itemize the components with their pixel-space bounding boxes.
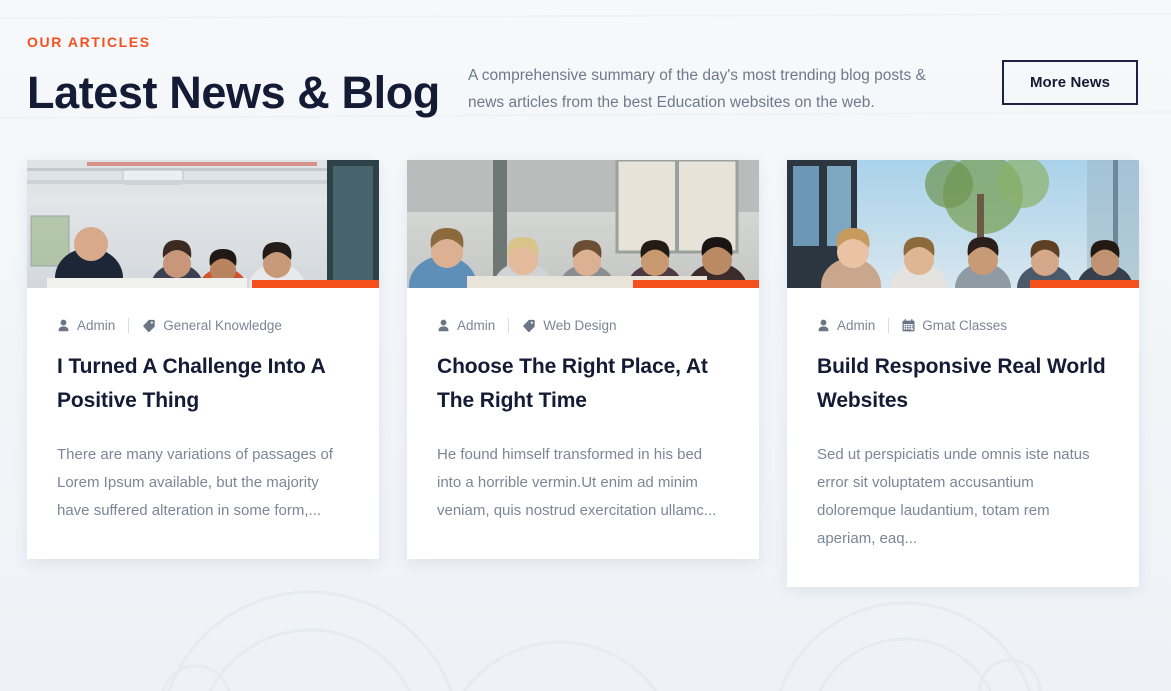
card-title[interactable]: Build Responsive Real World Websites	[817, 350, 1109, 418]
card-title[interactable]: Choose The Right Place, At The Right Tim…	[437, 350, 729, 418]
blog-card[interactable]: 11 August 2019 Admin	[407, 160, 759, 559]
page-title: Latest News & Blog	[27, 67, 440, 118]
blog-card-grid: 12 August 2019 Admin	[27, 160, 1144, 587]
card-meta: Admin Web Design	[437, 318, 729, 333]
date-badge: 12 August 2019	[252, 280, 379, 288]
card-category[interactable]: General Knowledge	[142, 318, 282, 333]
meta-separator	[888, 318, 890, 333]
card-meta: Admin General Knowledge	[57, 318, 349, 333]
meta-separator	[128, 318, 130, 333]
section-eyebrow: OUR ARTICLES	[27, 34, 151, 50]
card-author[interactable]: Admin	[57, 318, 115, 333]
card-category-label: Web Design	[543, 318, 617, 333]
card-image[interactable]: 11 August 2019	[407, 160, 759, 288]
card-body: Admin Gmat Classes Build Responsive Real…	[787, 288, 1139, 587]
card-excerpt: Sed ut perspiciatis unde omnis iste natu…	[817, 446, 1090, 547]
card-author-label: Admin	[77, 318, 116, 333]
calendar-icon	[902, 319, 915, 332]
card-image[interactable]: 12 August 2019	[27, 160, 379, 288]
card-image-graphic	[407, 160, 759, 288]
tag-icon	[142, 319, 156, 332]
card-author[interactable]: Admin	[437, 318, 495, 333]
card-author-label: Admin	[837, 318, 876, 333]
meta-separator	[508, 318, 510, 333]
blog-card[interactable]: 21 July 2019 Admin	[787, 160, 1139, 587]
card-title[interactable]: I Turned A Challenge Into A Positive Thi…	[57, 350, 349, 418]
card-category[interactable]: Gmat Classes	[902, 318, 1007, 333]
section-description: A comprehensive summary of the day's mos…	[468, 67, 926, 111]
card-author[interactable]: Admin	[817, 318, 875, 333]
user-icon	[437, 319, 450, 332]
card-excerpt: He found himself transformed in his bed …	[437, 446, 717, 519]
card-category-label: General Knowledge	[163, 318, 282, 333]
card-category[interactable]: Web Design	[522, 318, 617, 333]
user-icon	[817, 319, 830, 332]
section-header: OUR ARTICLES Latest News & Blog A compre…	[27, 0, 1144, 160]
card-meta: Admin Gmat Classes	[817, 318, 1109, 333]
card-body: Admin Web Design Choose The Right Place,…	[407, 288, 759, 559]
user-icon	[57, 319, 70, 332]
date-badge: 21 July 2019	[1030, 280, 1139, 288]
date-badge: 11 August 2019	[633, 280, 759, 288]
blog-section: OUR ARTICLES Latest News & Blog A compre…	[0, 0, 1171, 691]
tag-icon	[522, 319, 536, 332]
more-news-button[interactable]: More News	[1002, 60, 1138, 105]
card-body: Admin General Knowledge I Turned A Chall…	[27, 288, 379, 559]
card-image-graphic	[787, 160, 1139, 288]
card-excerpt: There are many variations of passages of…	[57, 446, 333, 519]
card-category-label: Gmat Classes	[922, 318, 1008, 333]
blog-card[interactable]: 12 August 2019 Admin	[27, 160, 379, 559]
card-image-graphic	[27, 160, 379, 288]
card-image[interactable]: 21 July 2019	[787, 160, 1139, 288]
card-author-label: Admin	[457, 318, 496, 333]
